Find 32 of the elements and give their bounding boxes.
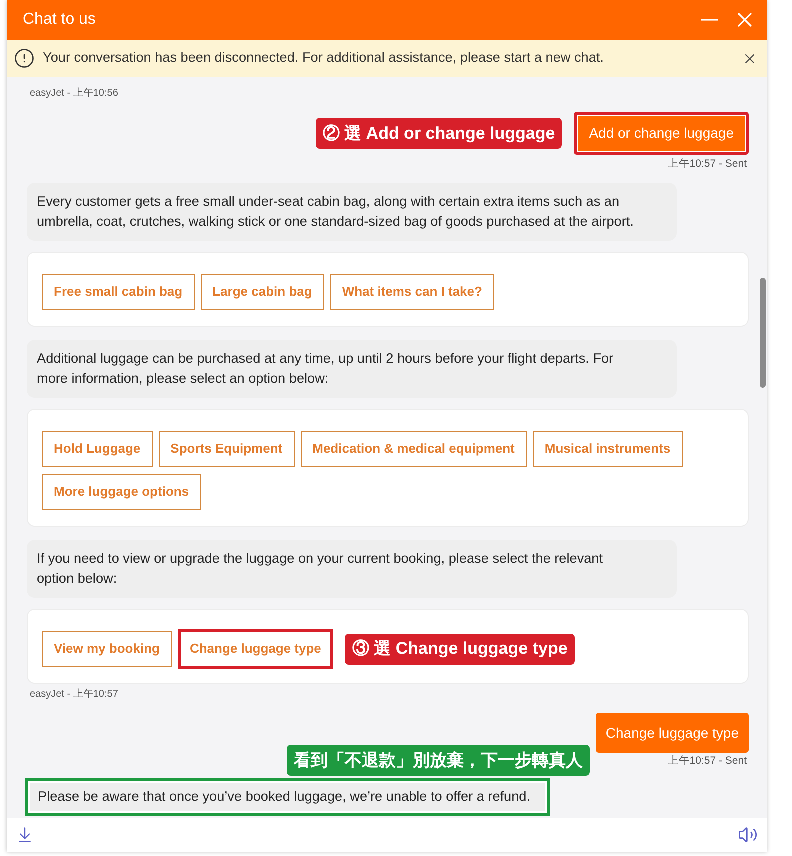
option-button[interactable]: More luggage options bbox=[42, 474, 202, 510]
option-button[interactable]: Hold Luggage bbox=[42, 431, 153, 467]
alert-icon bbox=[14, 48, 35, 69]
bot-message: Additional luggage can be purchased at any time, up until 2 hours before your flight departs. For more information, please select an option below: bbox=[27, 340, 677, 398]
annotation-label: 看到「不退款」別放棄，下一步轉真人 bbox=[286, 745, 590, 776]
message-meta: easyJet - 上午10:57 bbox=[29, 689, 118, 701]
user-message: Change luggage type bbox=[596, 713, 749, 753]
bot-message: Every customer gets a free small under-seat cabin bag, along with certain extra items such as an umbrella, coat, crutches, walking stick or one standard-sized bag of goods purchased at the airport. bbox=[27, 183, 677, 241]
speaker-button[interactable] bbox=[738, 825, 758, 845]
option-button[interactable]: Large cabin bag bbox=[200, 274, 324, 310]
download-icon bbox=[16, 826, 34, 844]
notice-text: Your conversation has been disconnected. For additional assistance, please start a new chat. bbox=[43, 49, 604, 68]
message-meta: easyJet - 上午10:56 bbox=[29, 88, 118, 100]
window-title: Chat to us bbox=[23, 10, 96, 30]
annotation-label: ② 選 Add or change luggage bbox=[316, 118, 562, 149]
option-button[interactable]: Free small cabin bag bbox=[42, 274, 195, 310]
speaker-icon bbox=[738, 825, 758, 845]
message-status: 上午10:57 - Sent bbox=[668, 754, 748, 766]
annotation-label: ③ 選 Change luggage type bbox=[345, 634, 575, 664]
bot-message: If you need to view or upgrade the luggage on your current booking, please select the relevant option below: bbox=[27, 540, 677, 598]
option-button[interactable]: What items can I take? bbox=[330, 274, 494, 310]
scrollbar-thumb[interactable] bbox=[760, 278, 766, 388]
minimize-icon bbox=[700, 19, 718, 21]
bot-message: Please be aware that once you’ve booked luggage, we’re unable to offer a refund. bbox=[25, 778, 550, 816]
option-button[interactable]: Change luggage type bbox=[178, 629, 334, 669]
option-button[interactable]: View my booking bbox=[42, 631, 172, 667]
option-button[interactable]: Medication & medical equipment bbox=[300, 431, 527, 467]
download-button[interactable] bbox=[16, 826, 34, 844]
option-button[interactable]: Sports Equipment bbox=[158, 431, 295, 467]
message-status: 上午10:57 - Sent bbox=[668, 158, 748, 170]
option-button[interactable]: Musical instruments bbox=[532, 431, 683, 467]
user-message: Add or change luggage bbox=[574, 112, 749, 155]
